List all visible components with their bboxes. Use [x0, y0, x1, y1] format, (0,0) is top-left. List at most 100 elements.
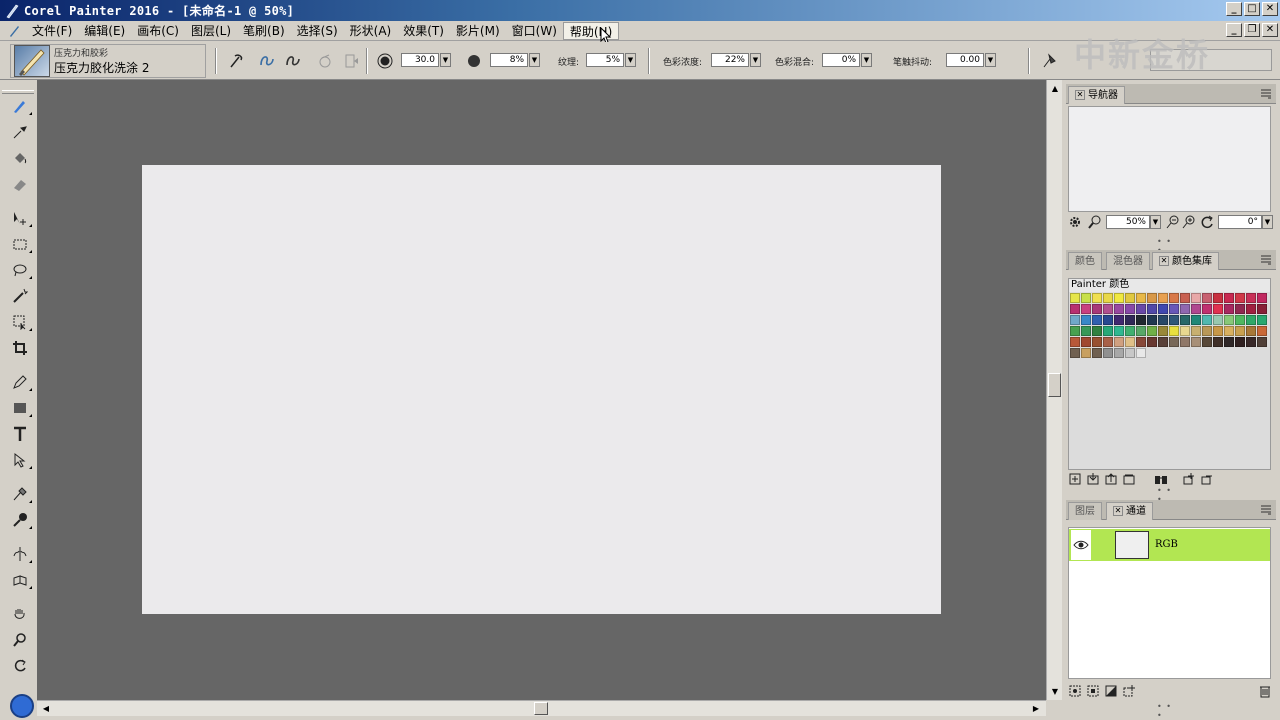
- color-swatch[interactable]: [1180, 304, 1190, 314]
- color-swatch[interactable]: [1081, 326, 1091, 336]
- new-color-set-icon[interactable]: [1068, 472, 1082, 486]
- doc-close-button[interactable]: ✕: [1262, 23, 1278, 37]
- color-swatch[interactable]: [1257, 315, 1267, 325]
- rotation-field[interactable]: 0°: [1218, 215, 1262, 229]
- close-tab-icon[interactable]: ✕: [1113, 506, 1123, 516]
- import-color-set-icon[interactable]: [1086, 472, 1100, 486]
- menu-file[interactable]: 文件(F): [26, 22, 78, 40]
- eraser-tool-icon[interactable]: [10, 174, 30, 194]
- horizontal-scrollbar[interactable]: ◀ ▶: [37, 700, 1046, 716]
- color-swatch[interactable]: [1147, 304, 1157, 314]
- color-swatch[interactable]: [1136, 326, 1146, 336]
- color-swatch[interactable]: [1114, 304, 1124, 314]
- color-swatch[interactable]: [1136, 348, 1146, 358]
- visibility-eye-icon[interactable]: [1071, 530, 1091, 560]
- color-swatch[interactable]: [1202, 304, 1212, 314]
- color-swatch[interactable]: [1070, 326, 1080, 336]
- color-swatch[interactable]: [1202, 326, 1212, 336]
- add-color-icon[interactable]: [1182, 472, 1196, 486]
- menu-canvas[interactable]: 画布(C): [131, 22, 185, 40]
- channel-invert-icon[interactable]: [1104, 684, 1118, 698]
- rotation-dropdown-icon[interactable]: ▼: [1262, 215, 1273, 229]
- color-swatch[interactable]: [1180, 326, 1190, 336]
- dropper-tool-icon[interactable]: [10, 122, 30, 142]
- remove-color-icon[interactable]: [1200, 472, 1214, 486]
- channel-save-selection-icon[interactable]: [1086, 684, 1100, 698]
- color-swatch[interactable]: [1213, 304, 1223, 314]
- menu-shapes[interactable]: 形状(A): [344, 22, 398, 40]
- color-swatch[interactable]: [1136, 304, 1146, 314]
- channel-load-selection-icon[interactable]: [1068, 684, 1082, 698]
- color-swatch[interactable]: [1169, 293, 1179, 303]
- doc-minimize-button[interactable]: _: [1226, 23, 1242, 37]
- channel-row-rgb[interactable]: RGB: [1069, 529, 1270, 561]
- size-dropdown-icon[interactable]: ▼: [440, 53, 451, 67]
- tab-mixer[interactable]: 混色器: [1106, 252, 1150, 270]
- vertical-scrollbar[interactable]: ▲ ▼: [1046, 80, 1062, 700]
- color-swatch[interactable]: [1092, 326, 1102, 336]
- color-swatch[interactable]: [1235, 326, 1245, 336]
- reset-tool-icon[interactable]: [342, 52, 360, 70]
- color-swatch[interactable]: [1169, 337, 1179, 347]
- layer-adjuster-icon[interactable]: [10, 208, 32, 228]
- panel-menu-icon[interactable]: [1260, 254, 1272, 266]
- vertical-scroll-thumb[interactable]: [1048, 373, 1061, 397]
- color-swatch[interactable]: [1235, 315, 1245, 325]
- navigator-zoom-icon[interactable]: [1088, 215, 1102, 229]
- panel-menu-icon[interactable]: [1260, 88, 1272, 100]
- magic-wand-icon[interactable]: [10, 286, 30, 306]
- brush-size-field[interactable]: 30.0: [401, 53, 439, 67]
- color-swatch[interactable]: [1191, 326, 1201, 336]
- crop-tool-icon[interactable]: [10, 338, 30, 358]
- scroll-down-icon[interactable]: ▼: [1048, 684, 1062, 698]
- color-swatch[interactable]: [1235, 304, 1245, 314]
- color-swatch[interactable]: [1103, 315, 1113, 325]
- navigator-zoom-field[interactable]: 50%: [1106, 215, 1150, 229]
- color-swatch[interactable]: [1070, 337, 1080, 347]
- color-swatch[interactable]: [1103, 293, 1113, 303]
- color-swatch[interactable]: [1213, 326, 1223, 336]
- panel-resize-grip[interactable]: • • •: [1157, 486, 1181, 504]
- color-swatch[interactable]: [1235, 337, 1245, 347]
- straight-stroke-icon[interactable]: [284, 52, 302, 70]
- color-swatch[interactable]: [1070, 304, 1080, 314]
- color-swatch[interactable]: [1081, 348, 1091, 358]
- jitter-dropdown-icon[interactable]: ▼: [985, 53, 996, 67]
- close-button[interactable]: ✕: [1262, 2, 1278, 16]
- color-swatch[interactable]: [1246, 326, 1256, 336]
- color-swatch[interactable]: [1169, 315, 1179, 325]
- color-swatch[interactable]: [1224, 315, 1234, 325]
- color-swatch[interactable]: [1092, 315, 1102, 325]
- color-swatch[interactable]: [1125, 348, 1135, 358]
- color-swatch[interactable]: [1202, 293, 1212, 303]
- menu-window[interactable]: 窗口(W): [506, 22, 563, 40]
- color-swatch[interactable]: [1092, 348, 1102, 358]
- color-swatch[interactable]: [1081, 337, 1091, 347]
- color-swatch[interactable]: [1158, 326, 1168, 336]
- mirror-paint-icon[interactable]: [10, 544, 32, 564]
- color-swatch[interactable]: [1180, 293, 1190, 303]
- grain-field[interactable]: 5%: [586, 53, 624, 67]
- new-channel-icon[interactable]: [1122, 684, 1136, 698]
- color-swatch[interactable]: [1081, 293, 1091, 303]
- navigator-settings-gear-icon[interactable]: [1068, 215, 1082, 229]
- tab-layers[interactable]: 图层: [1068, 502, 1102, 520]
- color-swatch[interactable]: [1114, 337, 1124, 347]
- main-color-swatch[interactable]: [10, 694, 34, 718]
- color-swatch[interactable]: [1136, 337, 1146, 347]
- color-swatch[interactable]: [1125, 326, 1135, 336]
- cloner-tool-icon[interactable]: [10, 484, 32, 504]
- color-swatch[interactable]: [1147, 337, 1157, 347]
- bleed-dropdown-icon[interactable]: ▼: [861, 53, 872, 67]
- color-swatch[interactable]: [1158, 337, 1168, 347]
- clone-color-icon[interactable]: [316, 52, 334, 70]
- bleed-field[interactable]: 0%: [822, 53, 860, 67]
- brush-tool-icon[interactable]: [10, 96, 32, 116]
- perspective-guide-icon[interactable]: [10, 570, 32, 590]
- color-swatch[interactable]: [1224, 304, 1234, 314]
- color-swatch[interactable]: [1257, 337, 1267, 347]
- panel-resize-grip[interactable]: • • •: [1157, 237, 1181, 255]
- color-swatch[interactable]: [1081, 315, 1091, 325]
- menu-layers[interactable]: 图层(L): [185, 22, 237, 40]
- menu-effects[interactable]: 效果(T): [397, 22, 450, 40]
